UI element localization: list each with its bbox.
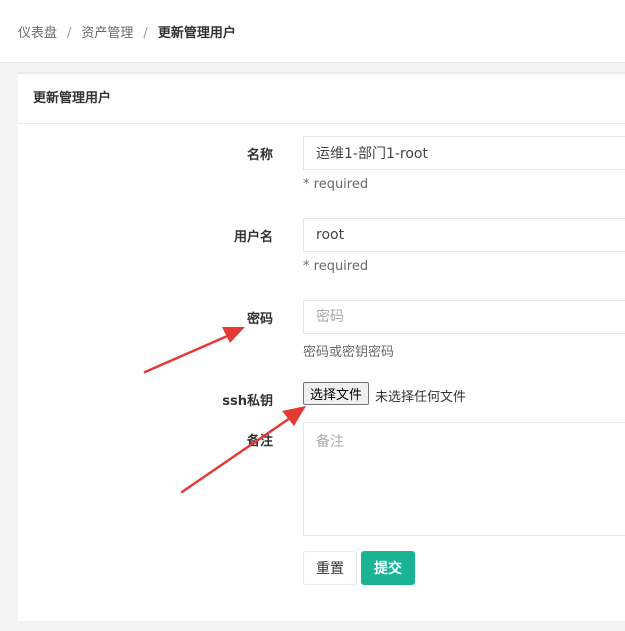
- name-input[interactable]: [303, 136, 625, 170]
- password-label: 密码: [246, 312, 273, 327]
- password-input[interactable]: [303, 300, 625, 334]
- breadcrumb: 仪表盘 / 资产管理 / 更新管理用户: [18, 22, 236, 41]
- submit-button[interactable]: 提交: [361, 551, 415, 585]
- file-status-text: 未选择任何文件: [375, 390, 467, 405]
- panel-divider: [18, 123, 625, 124]
- comment-label: 备注: [246, 434, 273, 449]
- breadcrumb-separator: /: [67, 26, 72, 41]
- reset-button[interactable]: 重置: [303, 551, 357, 585]
- comment-textarea[interactable]: [303, 422, 625, 536]
- top-bar: 仪表盘 / 资产管理 / 更新管理用户: [0, 0, 625, 63]
- breadcrumb-item-assets[interactable]: 资产管理: [81, 26, 133, 41]
- name-required-hint: * required: [303, 177, 369, 192]
- choose-file-button[interactable]: 选择文件: [303, 382, 370, 405]
- ssh-key-label: ssh私钥: [222, 394, 273, 409]
- breadcrumb-item-dashboard[interactable]: 仪表盘: [18, 26, 57, 41]
- username-label: 用户名: [233, 230, 273, 245]
- breadcrumb-separator: /: [143, 26, 148, 41]
- panel-title: 更新管理用户: [33, 91, 112, 106]
- name-label: 名称: [246, 148, 273, 163]
- breadcrumb-current: 更新管理用户: [157, 26, 236, 41]
- password-hint: 密码或密钥密码: [303, 345, 395, 360]
- username-input[interactable]: [303, 218, 625, 252]
- username-required-hint: * required: [303, 259, 369, 274]
